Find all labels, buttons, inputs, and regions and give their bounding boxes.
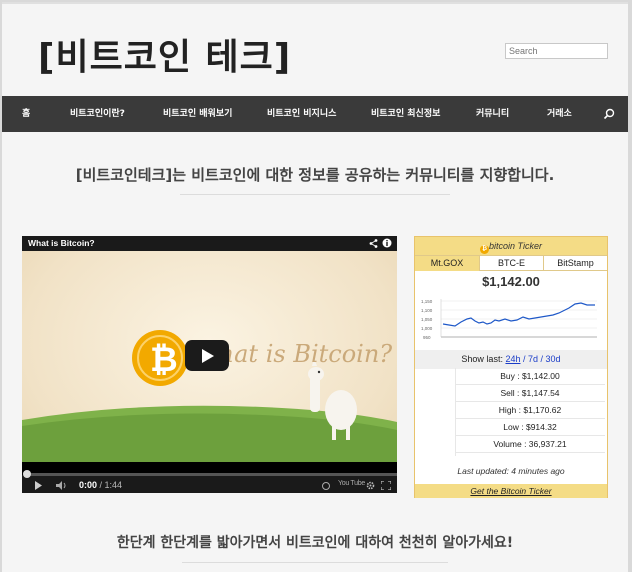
video-duration: 1:44 <box>104 480 123 490</box>
play-icon <box>202 349 214 363</box>
tab-mtgox[interactable]: Mt.GOX <box>415 256 479 271</box>
video-player[interactable]: ₿ What is Bitcoin? What is Bitcoin? 0:00… <box>22 236 397 493</box>
page: [비트코인 테크] 홈 비트코인이란? 비트코인 배워보기 비트코인 비지니스 … <box>2 2 628 572</box>
range-30d-link[interactable]: 30d <box>546 354 561 364</box>
ticker-footer: Get the Bitcoin Ticker <box>415 484 607 498</box>
ticker-volume: Volume : 36,937.21 <box>455 436 605 453</box>
play-button[interactable] <box>185 340 229 371</box>
ticker-buy: Buy : $1,142.00 <box>455 368 605 385</box>
tab-btce[interactable]: BTC-E <box>479 256 543 271</box>
video-time: 0:00 / 1:44 <box>79 480 123 490</box>
nav-item-home[interactable]: 홈 <box>22 96 30 132</box>
share-icon[interactable] <box>369 239 378 248</box>
nav-item-what-is-bitcoin[interactable]: 비트코인이란? <box>70 96 125 132</box>
search-icon[interactable] <box>603 108 615 120</box>
tagline: [비트코인테크]는 비트코인에 대한 정보를 공유하는 커뮤니티를 지향합니다. <box>75 166 555 184</box>
nav-item-community[interactable]: 커뮤니티 <box>476 96 509 132</box>
chart-tick: 1,000 <box>421 326 433 331</box>
ticker-high: High : $1,170.62 <box>455 402 605 419</box>
chart-tick: 1,150 <box>421 299 433 304</box>
video-title[interactable]: What is Bitcoin? <box>28 238 95 248</box>
bitcoin-coin-icon: ₿ <box>480 245 490 254</box>
gear-icon[interactable] <box>366 481 375 490</box>
range-24h-link[interactable]: 24h <box>505 354 520 364</box>
info-icon[interactable] <box>382 238 392 248</box>
ticker-price: $1,142.00 <box>482 274 540 289</box>
range-7d-link[interactable]: 7d <box>528 354 538 364</box>
chart-tick: 1,050 <box>421 317 433 322</box>
nav-item-learn-bitcoin[interactable]: 비트코인 배워보기 <box>163 96 232 132</box>
fullscreen-icon[interactable] <box>381 481 391 490</box>
ticker-title: bitcoin Ticker <box>489 241 542 251</box>
chart-tick: 1,100 <box>421 308 433 313</box>
nav-item-bitcoin-business[interactable]: 비트코인 비지니스 <box>267 96 336 132</box>
video-progress-bar[interactable] <box>26 473 397 476</box>
tab-bitstamp[interactable]: BitStamp <box>543 256 607 271</box>
ticker-header: ₿ bitcoin Ticker <box>415 237 607 255</box>
watch-later-icon[interactable] <box>322 482 330 490</box>
ticker-low: Low : $914.32 <box>455 419 605 436</box>
ticker-range-selector: Show last: 24h / 7d / 30d <box>415 350 607 369</box>
show-last-label: Show last: <box>461 354 503 364</box>
play-small-icon[interactable] <box>34 481 43 490</box>
video-scrubber[interactable] <box>23 470 31 478</box>
ticker-price-chart: 1,150 1,100 1,050 1,000 950 <box>421 299 597 340</box>
nav-item-exchange[interactable]: 거래소 <box>547 96 572 132</box>
divider <box>182 562 448 563</box>
divider <box>180 194 450 195</box>
nav-item-bitcoin-news[interactable]: 비트코인 최신정보 <box>371 96 440 132</box>
main-nav: 홈 비트코인이란? 비트코인 배워보기 비트코인 비지니스 비트코인 최신정보 … <box>2 96 628 132</box>
bitcoin-ticker-widget: ₿ bitcoin Ticker Mt.GOX BTC-E BitStamp $1… <box>414 236 608 498</box>
top-border <box>2 2 628 4</box>
ticker-last-updated: Last updated: 4 minutes ago <box>457 466 565 476</box>
chart-tick: 950 <box>423 335 431 340</box>
get-ticker-link[interactable]: Get the Bitcoin Ticker <box>470 486 551 496</box>
youtube-logo[interactable]: You Tube <box>338 480 365 487</box>
bitcoin-symbol-icon: ₿ <box>150 340 178 380</box>
site-title[interactable]: [비트코인 테크] <box>38 28 291 80</box>
search-input[interactable] <box>505 43 608 59</box>
video-current-time: 0:00 <box>79 480 98 490</box>
section-heading: 한단계 한단계를 밟아가면서 비트코인에 대하여 천천히 알아가세요! <box>116 535 514 551</box>
volume-icon[interactable] <box>56 481 68 490</box>
ticker-tabs: Mt.GOX BTC-E BitStamp <box>415 255 607 271</box>
price-line <box>442 302 595 327</box>
ticker-sell: Sell : $1,147.54 <box>455 385 605 402</box>
